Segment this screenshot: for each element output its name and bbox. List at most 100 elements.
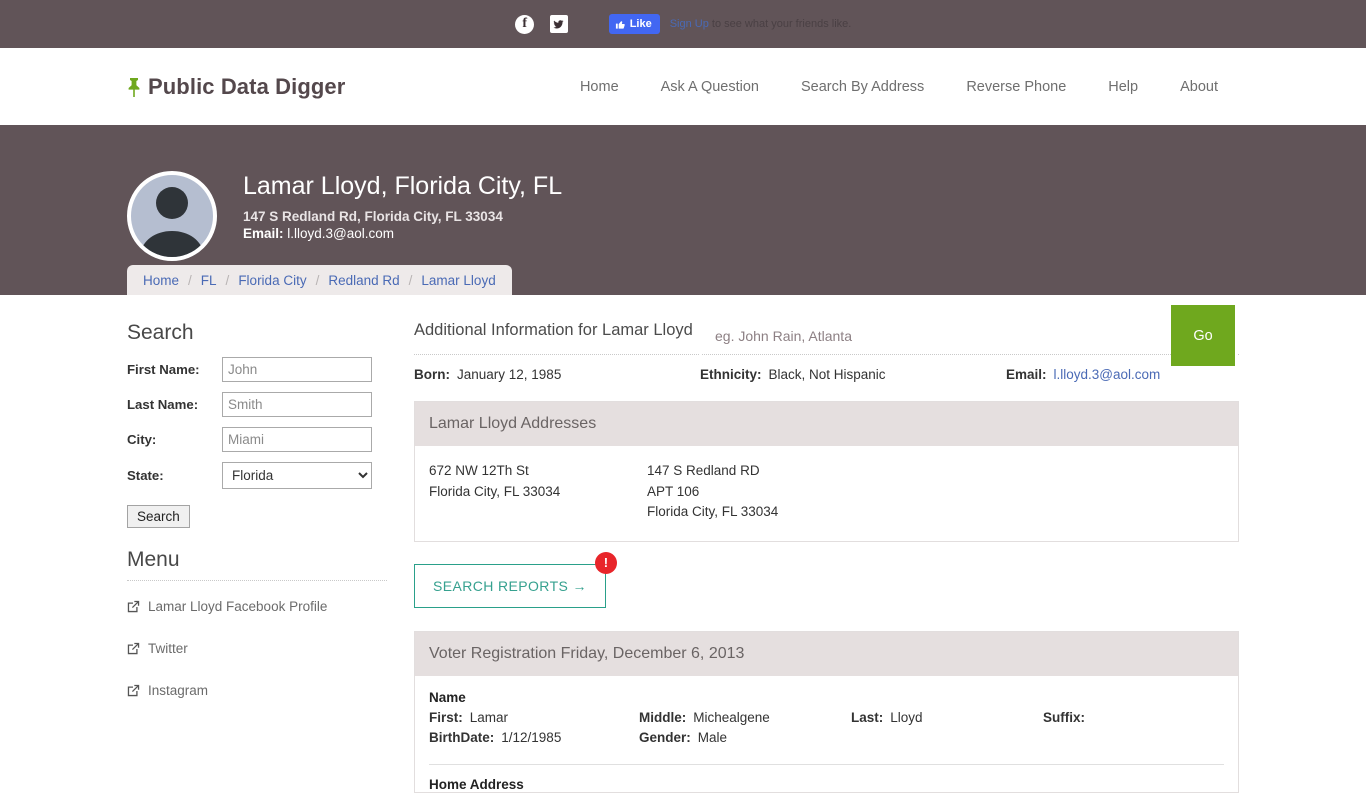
sidebar-menu-list: Lamar Lloyd Facebook Profile Twitter Ins…: [127, 599, 387, 698]
sidebar-search-button[interactable]: Search: [127, 505, 190, 528]
city-input[interactable]: [222, 427, 372, 452]
voter-suffix: Suffix:: [1043, 710, 1193, 725]
sidebar: Search First Name: Last Name: City: Stat…: [127, 321, 387, 811]
address-line: 147 S Redland RD: [647, 463, 760, 478]
fact-email: Email: l.lloyd.3@aol.com: [1006, 367, 1160, 382]
fact-label: Born:: [414, 367, 450, 382]
menu-item-instagram[interactable]: Instagram: [127, 683, 387, 698]
first-name-row: First Name:: [127, 357, 387, 382]
hero-search-go-button[interactable]: Go: [1171, 305, 1235, 366]
voter-home-address-heading: Home Address: [429, 776, 524, 792]
top-social-bar: f Like Sign Up to see what your friends …: [0, 0, 1366, 48]
state-row: State: Florida: [127, 462, 387, 489]
breadcrumb-item-redland-rd[interactable]: Redland Rd: [328, 273, 399, 288]
state-label: State:: [127, 468, 164, 483]
hero-search-input[interactable]: [701, 305, 1171, 366]
menu-item-facebook-profile[interactable]: Lamar Lloyd Facebook Profile: [127, 599, 387, 614]
menu-item-twitter[interactable]: Twitter: [127, 641, 387, 656]
main-nav: Home Ask A Question Search By Address Re…: [559, 79, 1239, 95]
voter-name-row-1: First: Lamar Middle: Michealgene Last: L…: [429, 710, 1224, 725]
facebook-signup-link[interactable]: Sign Up: [670, 18, 709, 30]
hero-email: Email: l.lloyd.3@aol.com: [243, 226, 562, 241]
breadcrumb-item-fl[interactable]: FL: [201, 273, 217, 288]
search-reports-row: SEARCH REPORTS → !: [414, 551, 617, 608]
main-content: Additional Information for Lamar Lloyd B…: [414, 321, 1239, 811]
fact-label: Email:: [1006, 367, 1047, 382]
external-link-icon: [127, 642, 140, 655]
breadcrumb-separator: /: [315, 273, 320, 288]
field-value: Lloyd: [890, 709, 923, 725]
voter-first: First: Lamar: [429, 710, 639, 725]
facebook-social-suffix: to see what your friends like.: [711, 18, 852, 30]
state-select[interactable]: Florida: [222, 462, 372, 489]
field-value: 1/12/1985: [501, 729, 562, 745]
person-silhouette-icon: [139, 187, 205, 257]
addresses-panel: Lamar Lloyd Addresses 672 NW 12Th St Flo…: [414, 401, 1239, 542]
fact-label: Ethnicity:: [700, 367, 762, 382]
nav-item-home[interactable]: Home: [559, 79, 640, 95]
facts-row: Born: January 12, 1985 Ethnicity: Black,…: [414, 367, 1239, 382]
facebook-like-button[interactable]: Like: [608, 14, 660, 34]
field-label: Suffix:: [1043, 709, 1085, 725]
twitter-icon[interactable]: [549, 14, 569, 34]
brand-logo[interactable]: Public Data Digger: [127, 74, 345, 100]
voter-name-heading: Name: [429, 689, 466, 705]
external-link-icon: [127, 684, 140, 697]
facebook-like-widget: Like Sign Up to see what your friends li…: [608, 14, 852, 34]
voter-last: Last: Lloyd: [851, 710, 1043, 725]
sidebar-menu-heading: Menu: [127, 548, 387, 581]
fact-value-email-link[interactable]: l.lloyd.3@aol.com: [1054, 367, 1161, 382]
external-link-icon: [127, 600, 140, 613]
page-title: Lamar Lloyd, Florida City, FL: [243, 172, 563, 200]
fact-value: Black, Not Hispanic: [768, 367, 886, 382]
breadcrumb-separator: /: [408, 273, 413, 288]
brand-name: Public Data Digger: [148, 73, 346, 99]
field-value: Michealgene: [693, 709, 770, 725]
nav-item-about[interactable]: About: [1159, 79, 1239, 95]
voter-birthdate: BirthDate: 1/12/1985: [429, 730, 639, 745]
breadcrumb-item-home[interactable]: Home: [143, 273, 179, 288]
sidebar-search-heading: Search: [127, 321, 194, 344]
breadcrumb-separator: /: [225, 273, 230, 288]
address-line: APT 106: [647, 483, 700, 499]
voter-name-row-2: BirthDate: 1/12/1985 Gender: Male: [429, 730, 1224, 745]
menu-item-label: Instagram: [148, 683, 209, 698]
fact-ethnicity: Ethnicity: Black, Not Hispanic: [700, 367, 1006, 382]
city-row: City:: [127, 427, 387, 452]
avatar: [127, 171, 217, 261]
like-label: Like: [629, 17, 652, 30]
field-label: BirthDate:: [429, 729, 495, 745]
addresses-panel-title: Lamar Lloyd Addresses: [415, 402, 1238, 446]
voter-middle: Middle: Michealgene: [639, 710, 851, 725]
address-line: 672 NW 12Th St: [429, 463, 529, 478]
fact-born: Born: January 12, 1985: [414, 367, 700, 382]
site-header: Public Data Digger Home Ask A Question S…: [0, 48, 1366, 125]
breadcrumb-item-lamar-lloyd[interactable]: Lamar Lloyd: [421, 273, 495, 288]
page-body: Search First Name: Last Name: City: Stat…: [0, 295, 1366, 811]
last-name-input[interactable]: [222, 392, 372, 417]
fact-value: January 12, 1985: [457, 367, 562, 382]
pushpin-icon: [128, 77, 140, 97]
nav-item-help[interactable]: Help: [1087, 79, 1159, 95]
voter-gender: Gender: Male: [639, 730, 851, 745]
city-label: City:: [127, 432, 157, 447]
nav-item-search-by-address[interactable]: Search By Address: [780, 79, 945, 95]
search-reports-button[interactable]: SEARCH REPORTS →: [414, 563, 606, 608]
first-name-input[interactable]: [222, 357, 372, 382]
last-name-row: Last Name:: [127, 392, 387, 417]
last-name-label: Last Name:: [127, 397, 199, 412]
address-block: 672 NW 12Th St Florida City, FL 33034: [429, 461, 647, 523]
facebook-icon[interactable]: f: [515, 14, 535, 34]
field-label: First:: [429, 709, 463, 725]
first-name-label: First Name:: [127, 362, 200, 377]
menu-item-label: Twitter: [148, 641, 188, 656]
breadcrumb-item-florida-city[interactable]: Florida City: [238, 273, 306, 288]
address-block: 147 S Redland RD APT 106 Florida City, F…: [647, 461, 865, 523]
address-line: Florida City, FL 33034: [429, 483, 561, 499]
hero-address: 147 S Redland Rd, Florida City, FL 33034: [243, 208, 503, 224]
address-line: Florida City, FL 33034: [647, 504, 779, 520]
nav-item-ask-a-question[interactable]: Ask A Question: [640, 79, 780, 95]
nav-item-reverse-phone[interactable]: Reverse Phone: [945, 79, 1087, 95]
field-value: Male: [697, 729, 728, 745]
field-label: Middle:: [639, 709, 687, 725]
